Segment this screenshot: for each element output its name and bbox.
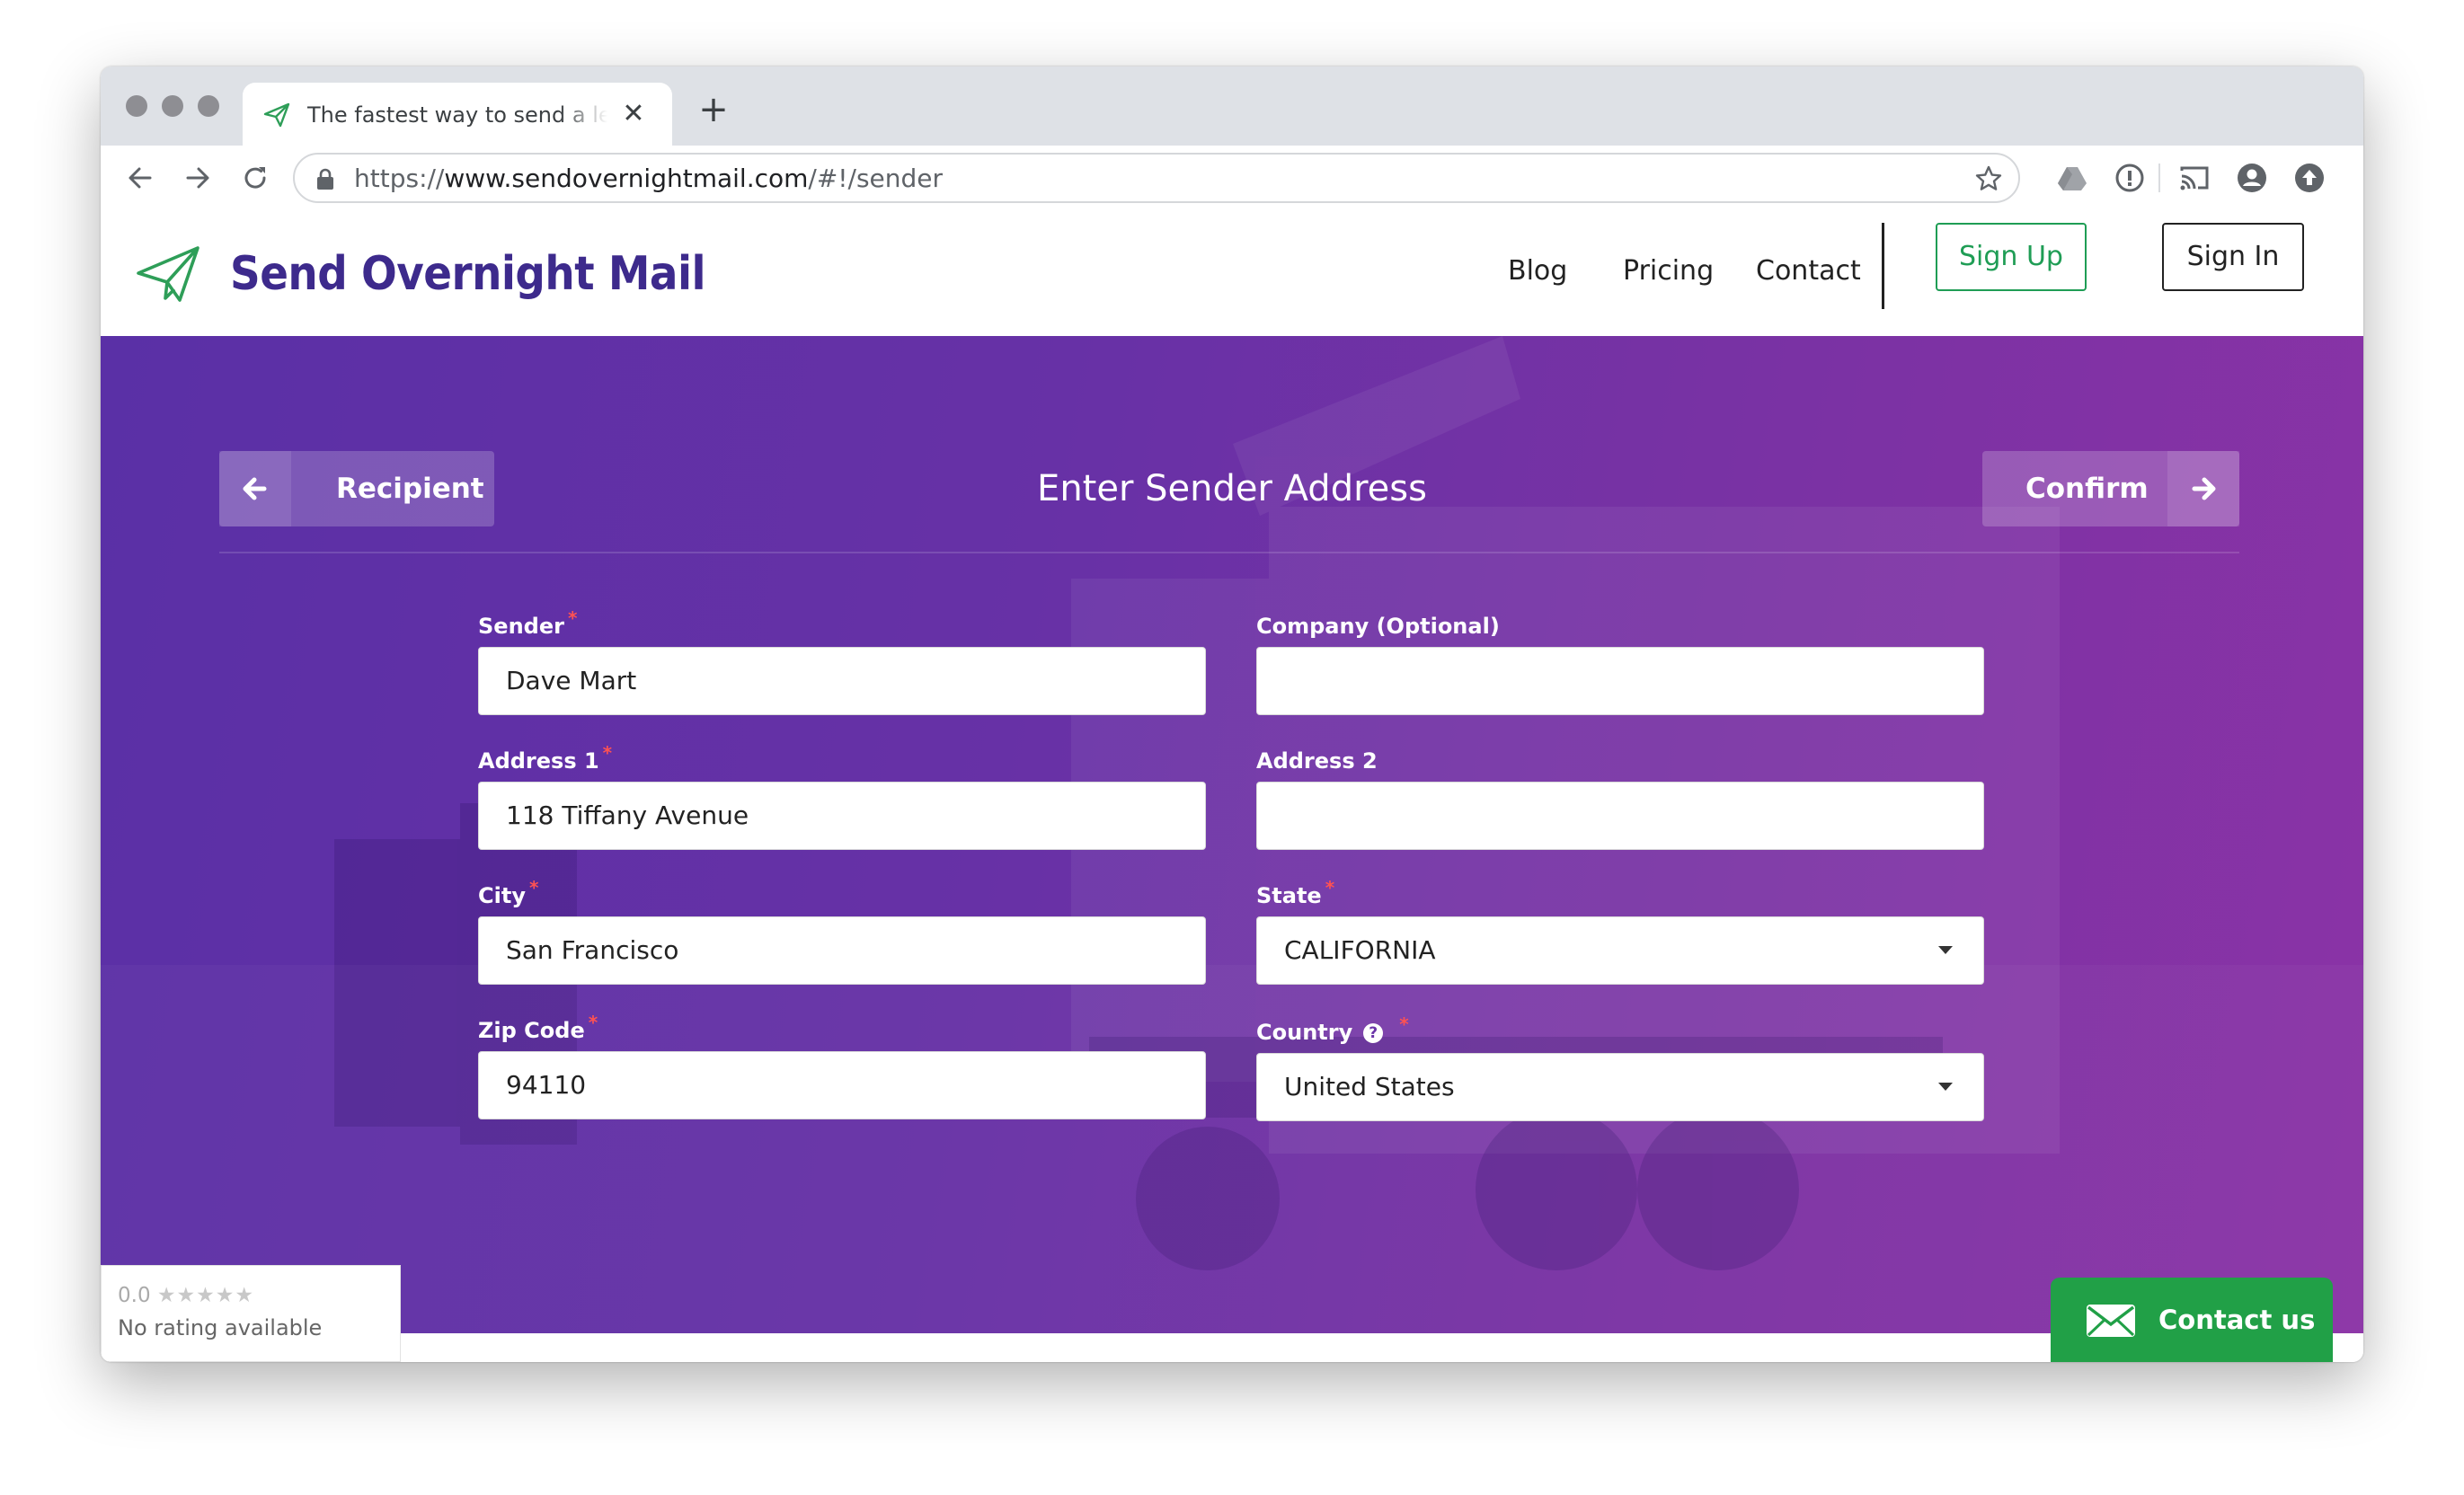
sender-label-text: Sender — [478, 614, 564, 639]
nav-link-pricing[interactable]: Pricing — [1623, 253, 1714, 289]
city-input[interactable]: San Francisco — [478, 916, 1206, 985]
next-step-label: Confirm — [2025, 473, 2149, 505]
rating-score: 0.0 ★★★★★ — [118, 1282, 254, 1309]
address-bar[interactable]: https://www.sendovernightmail.com/#!/sen… — [293, 153, 2020, 203]
tab-strip: The fastest way to send a letter online … — [101, 66, 2363, 147]
url-path: /#!/sender — [808, 164, 944, 193]
zip-label-text: Zip Code — [478, 1018, 585, 1043]
nav-link-blog[interactable]: Blog — [1508, 253, 1567, 289]
envelope-icon — [2087, 1305, 2135, 1337]
contact-us-label: Contact us — [2158, 1305, 2316, 1335]
url-scheme: https:// — [354, 164, 445, 193]
upload-icon[interactable] — [2293, 162, 2326, 194]
url-domain: www.sendovernightmail.com — [444, 164, 809, 193]
company-label: Company (Optional) — [1256, 614, 1500, 639]
drive-icon[interactable] — [2056, 162, 2088, 194]
state-label: State * — [1256, 877, 1335, 912]
city-label-text: City — [478, 883, 526, 908]
brand-name[interactable]: Send Overnight Mail — [230, 244, 706, 304]
browser-tab[interactable]: The fastest way to send a letter online … — [243, 83, 672, 147]
rating-widget[interactable]: 0.0 ★★★★★ No rating available — [101, 1265, 401, 1362]
sign-up-button[interactable]: Sign Up — [1936, 223, 2087, 291]
required-marker: * — [1399, 1013, 1409, 1035]
nav-divider — [1882, 223, 1884, 309]
forward-arrow-icon[interactable] — [180, 160, 216, 196]
browser-toolbar: https://www.sendovernightmail.com/#!/sen… — [101, 146, 2363, 212]
window-minimize-control[interactable] — [162, 95, 183, 117]
address2-label: Address 2 — [1256, 748, 1378, 774]
paper-plane-icon[interactable] — [135, 244, 201, 304]
plus-icon[interactable]: + — [694, 90, 733, 129]
nav-link-contact[interactable]: Contact — [1756, 253, 1861, 289]
tab-title: The fastest way to send a letter online — [307, 102, 607, 128]
country-select-value: United States — [1284, 1072, 1455, 1101]
lock-icon — [317, 168, 333, 190]
required-marker: * — [602, 742, 613, 764]
confirm-button[interactable]: Confirm — [1982, 451, 2239, 526]
sender-input[interactable]: Dave Mart — [478, 647, 1206, 715]
required-marker: * — [588, 1012, 598, 1033]
window-close-control[interactable] — [126, 95, 147, 117]
zip-input[interactable]: 94110 — [478, 1051, 1206, 1119]
form-divider — [219, 552, 2239, 553]
rating-score-value: 0.0 — [118, 1284, 151, 1307]
browser-window: The fastest way to send a letter online … — [101, 66, 2363, 1362]
country-label-text: Country — [1256, 1020, 1353, 1045]
sender-form-section: Recipient Enter Sender Address Confirm S… — [101, 336, 2363, 1335]
required-marker: * — [528, 877, 539, 898]
state-select[interactable]: CALIFORNIA — [1256, 916, 1984, 985]
rating-text: No rating available — [118, 1315, 323, 1340]
window-zoom-control[interactable] — [198, 95, 219, 117]
required-marker: * — [567, 607, 578, 629]
address1-label: Address 1 * — [478, 742, 612, 777]
info-icon[interactable] — [2114, 162, 2146, 194]
country-label: Country? * — [1256, 1013, 1409, 1048]
url-text: https://www.sendovernightmail.com/#!/sen… — [354, 164, 943, 194]
zip-label: Zip Code * — [478, 1012, 598, 1047]
state-select-value: CALIFORNIA — [1284, 935, 1436, 965]
rating-stars-icon: ★★★★★ — [156, 1284, 254, 1307]
address1-input[interactable]: 118 Tiffany Avenue — [478, 782, 1206, 850]
country-select[interactable]: United States — [1256, 1053, 1984, 1121]
question-icon[interactable]: ? — [1363, 1023, 1384, 1043]
dropdown-caret-icon — [1938, 946, 1953, 954]
company-input[interactable] — [1256, 647, 1984, 715]
required-marker: * — [1325, 877, 1335, 898]
address1-label-text: Address 1 — [478, 748, 599, 774]
state-label-text: State — [1256, 883, 1322, 908]
address2-input[interactable] — [1256, 782, 1984, 850]
contact-us-button[interactable]: Contact us — [2051, 1278, 2333, 1362]
dropdown-caret-icon — [1938, 1083, 1953, 1091]
reload-icon[interactable] — [237, 160, 273, 196]
paper-plane-icon — [263, 102, 290, 128]
account-icon[interactable] — [2236, 162, 2268, 194]
close-icon[interactable]: ✕ — [618, 99, 649, 129]
city-label: City * — [478, 877, 539, 912]
back-arrow-icon[interactable] — [122, 160, 158, 196]
arrow-right-icon — [2167, 451, 2239, 526]
toolbar-separator — [2158, 164, 2160, 192]
star-icon[interactable] — [1973, 164, 2004, 194]
sign-in-button[interactable]: Sign In — [2162, 223, 2304, 291]
site-header: Send Overnight Mail Blog Pricing Contact… — [101, 210, 2363, 336]
sender-label: Sender * — [478, 607, 577, 642]
cast-icon[interactable] — [2178, 162, 2211, 194]
